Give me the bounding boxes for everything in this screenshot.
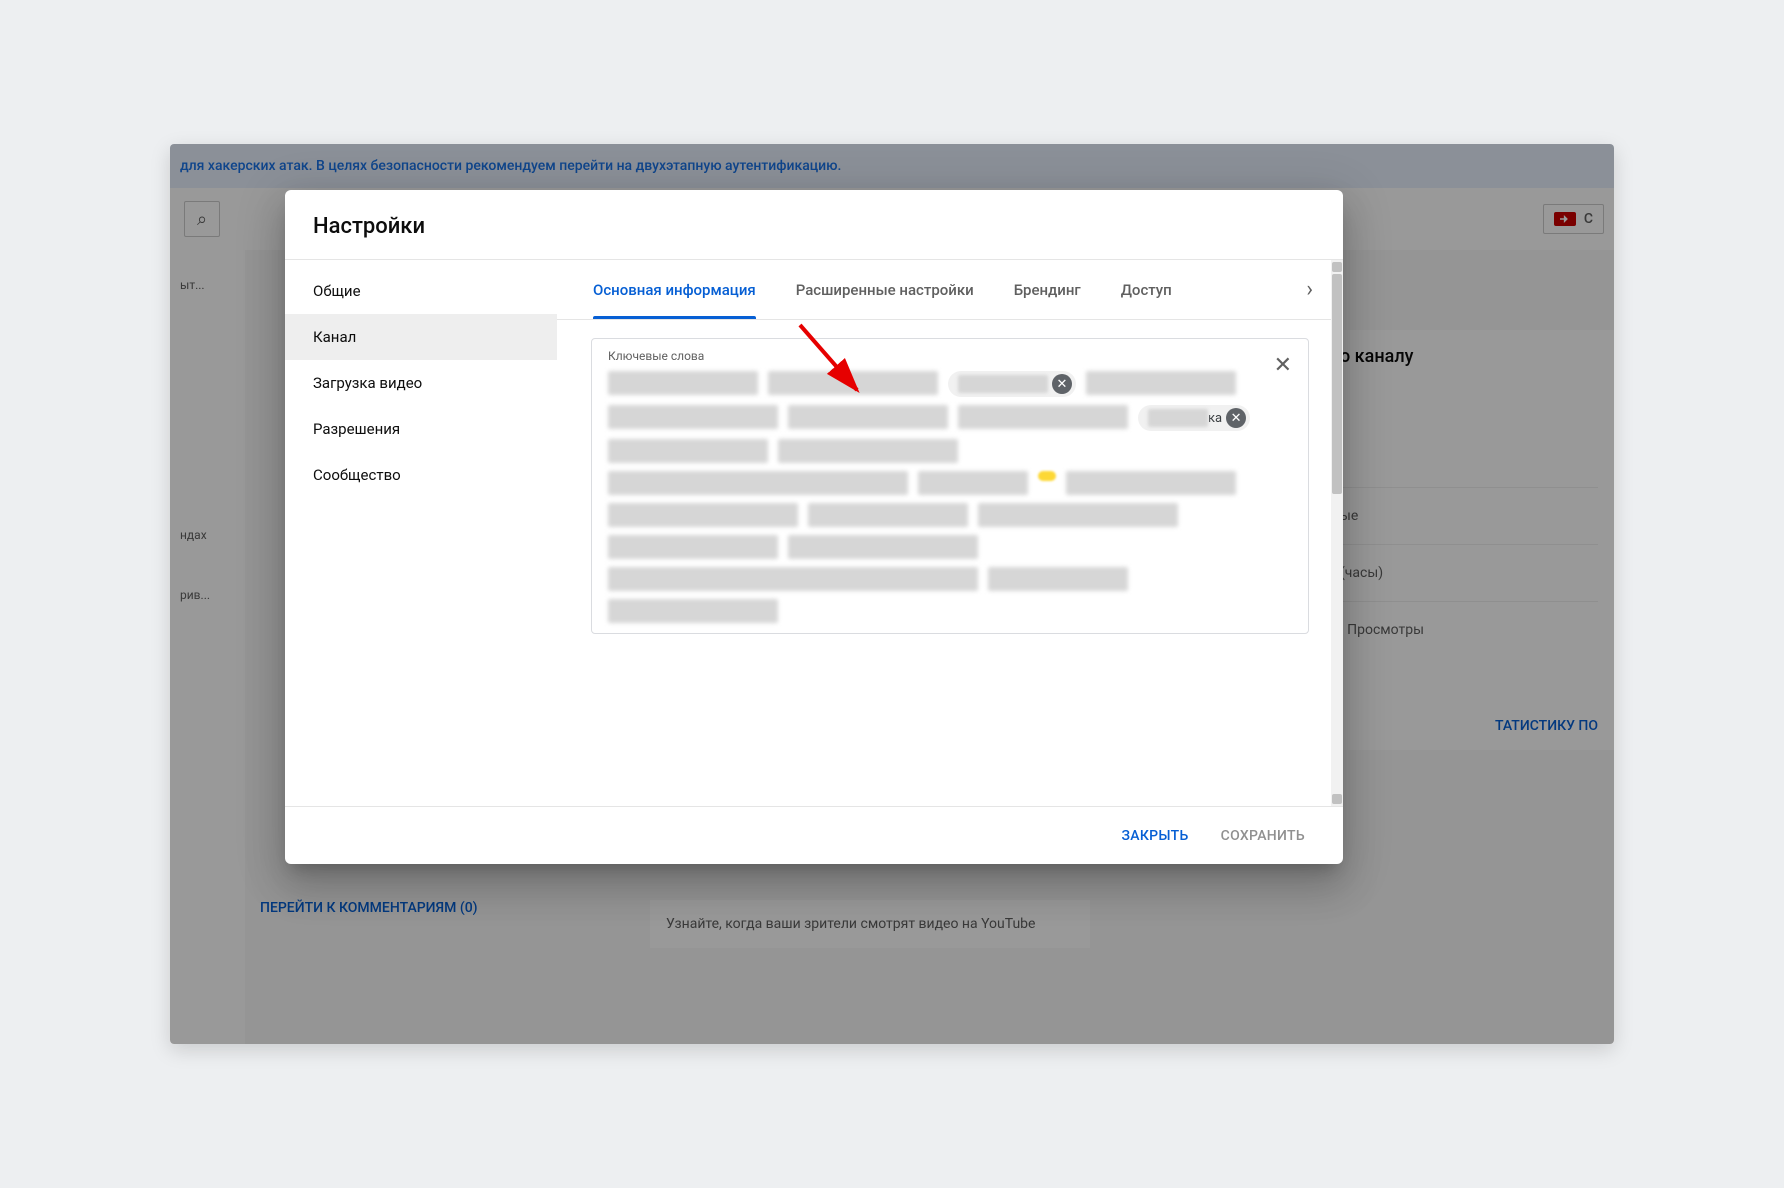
close-button[interactable]: ЗАКРЫТЬ	[1115, 820, 1194, 852]
keyword-chip	[1066, 471, 1236, 495]
tab-advanced[interactable]: Расширенные настройки	[796, 260, 974, 319]
keywords-field[interactable]: Ключевые слова ✕ ✕ ка ✕	[591, 338, 1309, 634]
keyword-chip	[608, 503, 798, 527]
keyword-chip	[808, 503, 968, 527]
keyword-chip	[788, 535, 978, 559]
tab-branding[interactable]: Брендинг	[1014, 260, 1081, 319]
keyword-chip	[608, 599, 778, 623]
keyword-chip[interactable]: ка ✕	[1138, 405, 1250, 431]
dialog-body: Общие Канал Загрузка видео Разрешения Со…	[285, 259, 1343, 806]
scrollbar[interactable]	[1331, 260, 1343, 806]
tab-access[interactable]: Доступ	[1121, 260, 1172, 319]
keyword-chip[interactable]: ✕	[948, 371, 1076, 397]
tabs-row: Основная информация Расширенные настройк…	[557, 260, 1343, 320]
keyword-chip	[768, 371, 938, 395]
keyword-chip	[608, 439, 768, 463]
screenshot-frame: для хакерских атак. В целях безопасности…	[170, 144, 1614, 1044]
scroll-arrow-up-icon[interactable]	[1332, 262, 1342, 272]
dialog-header: Настройки	[285, 190, 1343, 259]
scroll-arrow-down-icon[interactable]	[1332, 794, 1342, 804]
chip-remove-icon[interactable]: ✕	[1226, 408, 1246, 428]
keywords-label: Ключевые слова	[608, 349, 1258, 363]
keyword-chip	[608, 535, 778, 559]
save-button[interactable]: СОХРАНИТЬ	[1215, 820, 1311, 852]
keyword-chip	[978, 503, 1178, 527]
dialog-main: Основная информация Расширенные настройк…	[557, 260, 1343, 806]
keyword-chip	[958, 405, 1128, 429]
keyword-chip	[1086, 371, 1236, 395]
keyword-chip	[918, 471, 1028, 495]
sidebar-item-community[interactable]: Сообщество	[285, 452, 557, 498]
close-icon[interactable]: ✕	[1274, 353, 1292, 378]
sidebar-item-general[interactable]: Общие	[285, 268, 557, 314]
sidebar-item-channel[interactable]: Канал	[285, 314, 557, 360]
chevron-right-icon[interactable]: ›	[1306, 277, 1313, 302]
keyword-chips: ✕ ка ✕	[608, 371, 1258, 623]
chip-remove-icon[interactable]: ✕	[1052, 374, 1072, 394]
chip-text: ка	[1208, 411, 1222, 426]
settings-sidebar: Общие Канал Загрузка видео Разрешения Со…	[285, 260, 557, 806]
keyword-chip	[608, 371, 758, 395]
keyword-chip	[608, 567, 978, 591]
keyword-chip	[608, 471, 908, 495]
dialog-title: Настройки	[313, 214, 1315, 239]
tab-content: Ключевые слова ✕ ✕ ка ✕	[557, 320, 1343, 806]
keyword-chip	[778, 439, 958, 463]
yellow-highlight	[1038, 471, 1056, 481]
keyword-chip	[988, 567, 1128, 591]
sidebar-item-upload[interactable]: Загрузка видео	[285, 360, 557, 406]
keyword-chip	[788, 405, 948, 429]
keyword-chip	[608, 405, 778, 429]
sidebar-item-permissions[interactable]: Разрешения	[285, 406, 557, 452]
scroll-thumb[interactable]	[1332, 274, 1342, 494]
tab-basic-info[interactable]: Основная информация	[593, 260, 756, 319]
dialog-footer: ЗАКРЫТЬ СОХРАНИТЬ	[285, 806, 1343, 864]
settings-dialog: Настройки Общие Канал Загрузка видео Раз…	[285, 190, 1343, 864]
